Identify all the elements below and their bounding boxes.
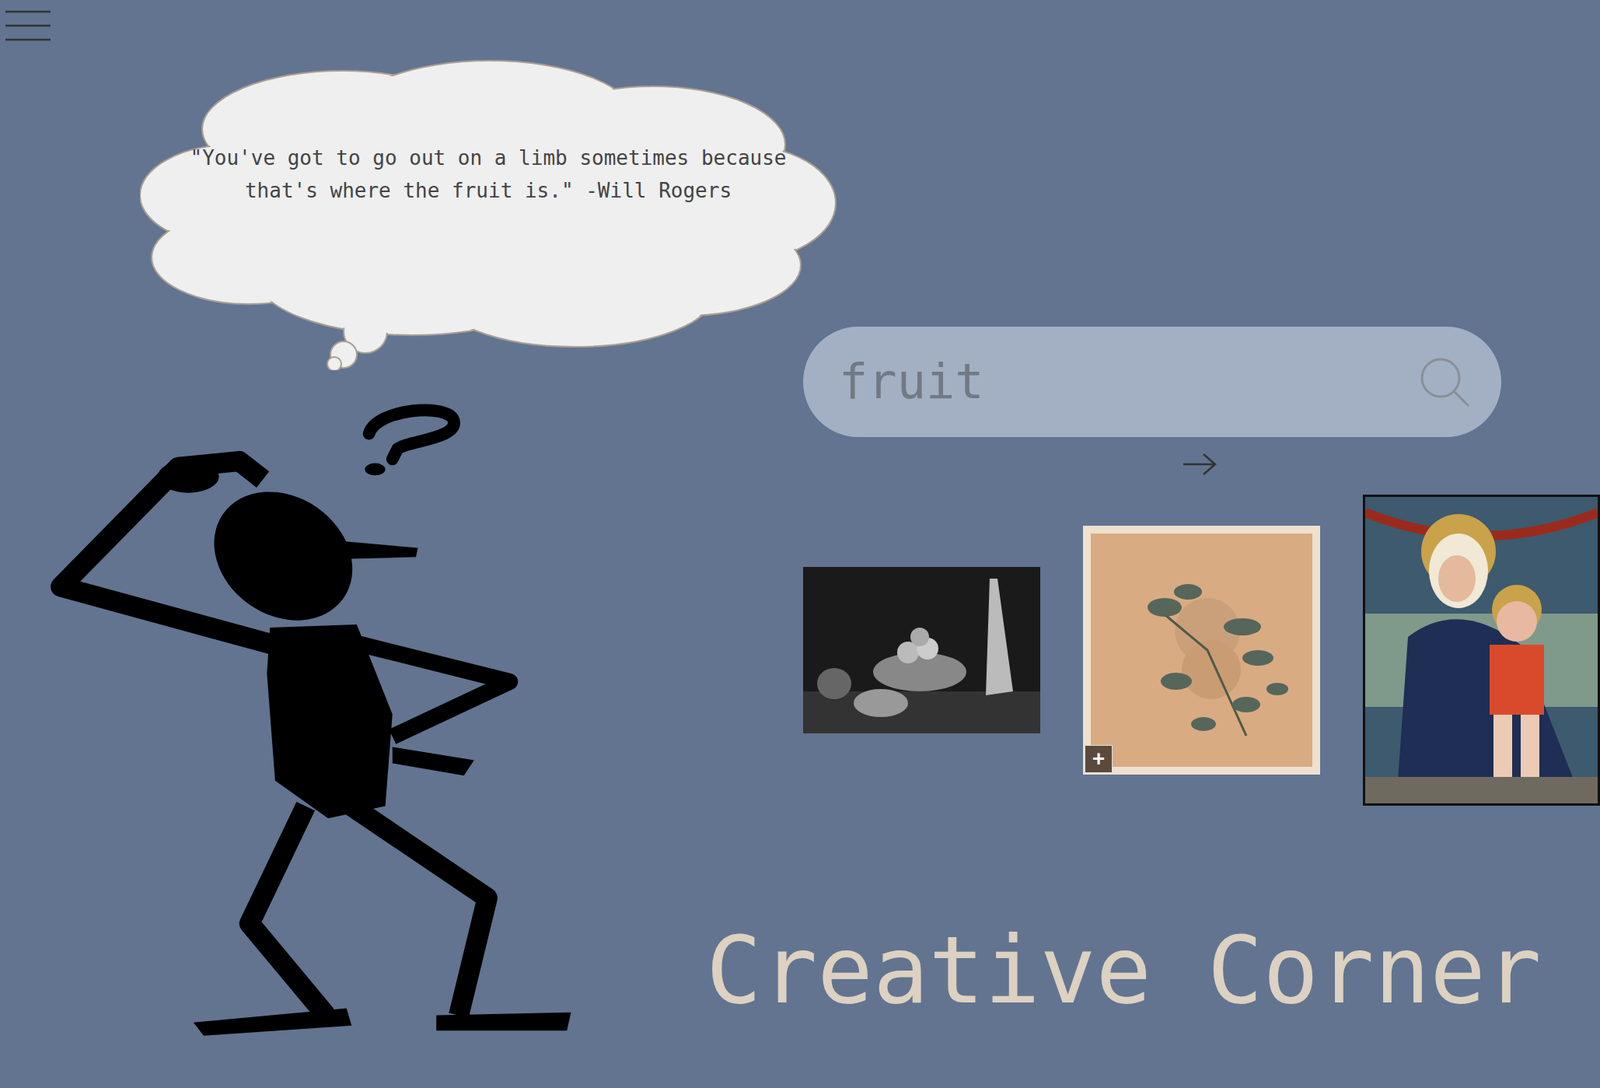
result-thumbnail[interactable]: +: [1082, 525, 1321, 775]
quote-text: "You've got to go out on a limb sometime…: [165, 141, 811, 207]
menu-icon[interactable]: [5, 10, 51, 42]
search-bar[interactable]: fruit: [803, 326, 1502, 437]
page-title: Creative Corner: [705, 922, 1600, 1020]
results-row: +: [803, 494, 1600, 806]
add-badge[interactable]: +: [1084, 744, 1113, 773]
thinking-figure-icon: [40, 402, 577, 1036]
magnifier-icon[interactable]: [1417, 354, 1472, 409]
result-thumbnail[interactable]: [1362, 494, 1600, 806]
arrow-icon[interactable]: [1181, 452, 1218, 476]
search-field[interactable]: fruit: [838, 352, 1418, 411]
thought-cloud: "You've got to go out on a limb sometime…: [139, 59, 837, 371]
result-thumbnail[interactable]: [803, 566, 1041, 734]
